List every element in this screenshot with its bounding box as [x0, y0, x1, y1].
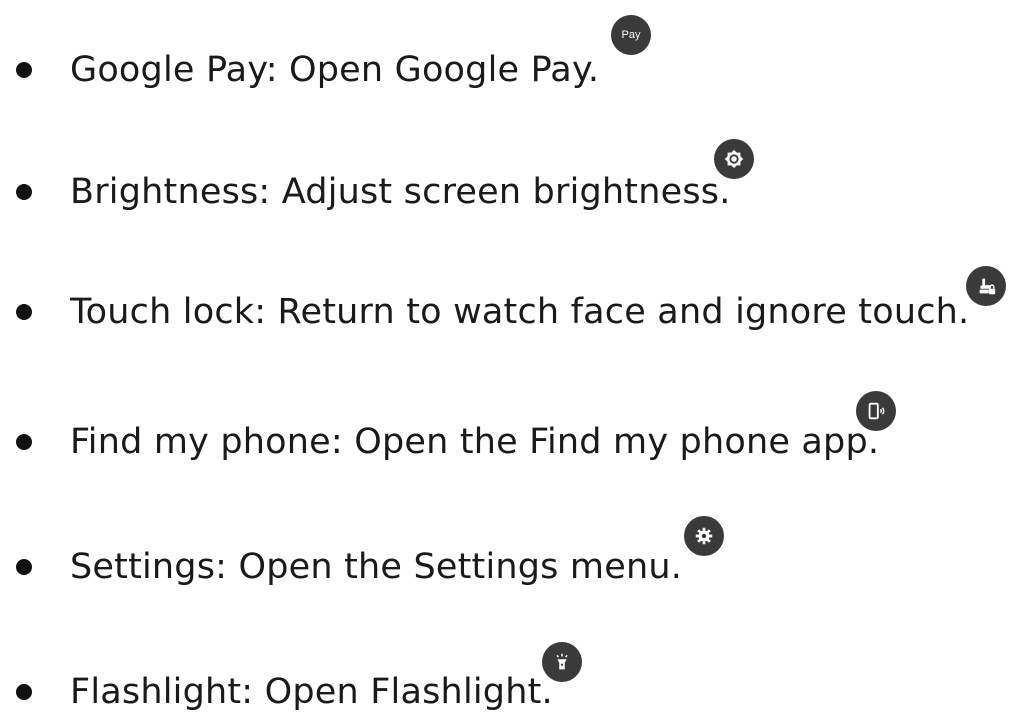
pay-icon: Pay: [611, 15, 651, 55]
bullet: [16, 684, 32, 700]
list-item-touch-lock: Touch lock: Return to watch face and ign…: [0, 282, 1014, 342]
list-item-google-pay: Google Pay: Open Google Pay.: [0, 40, 1014, 100]
brightness-icon: [714, 139, 754, 179]
list-item-brightness: Brightness: Adjust screen brightness.: [0, 160, 1014, 220]
flashlight-icon: [542, 642, 582, 682]
list-item-label: Find my phone: Open the Find my phone ap…: [70, 422, 880, 462]
bullet: [16, 434, 32, 450]
bullet: [16, 559, 32, 575]
list-item-label: Touch lock: Return to watch face and ign…: [70, 292, 970, 332]
bullet: [16, 184, 32, 200]
find-phone-icon: [856, 391, 896, 431]
bullet: [16, 62, 32, 78]
list-item-label: Flashlight: Open Flashlight.: [70, 672, 553, 712]
bullet: [16, 304, 32, 320]
touch-lock-icon: [966, 266, 1006, 306]
list-item-label: Google Pay: Open Google Pay.: [70, 50, 600, 90]
list-item-label: Brightness: Adjust screen brightness.: [70, 172, 731, 212]
list-item-settings: Settings: Open the Settings menu.: [0, 537, 1014, 597]
gear-icon: [684, 516, 724, 556]
list-item-label: Settings: Open the Settings menu.: [70, 547, 683, 587]
list-item-flashlight: Flashlight: Open Flashlight.: [0, 662, 1014, 722]
